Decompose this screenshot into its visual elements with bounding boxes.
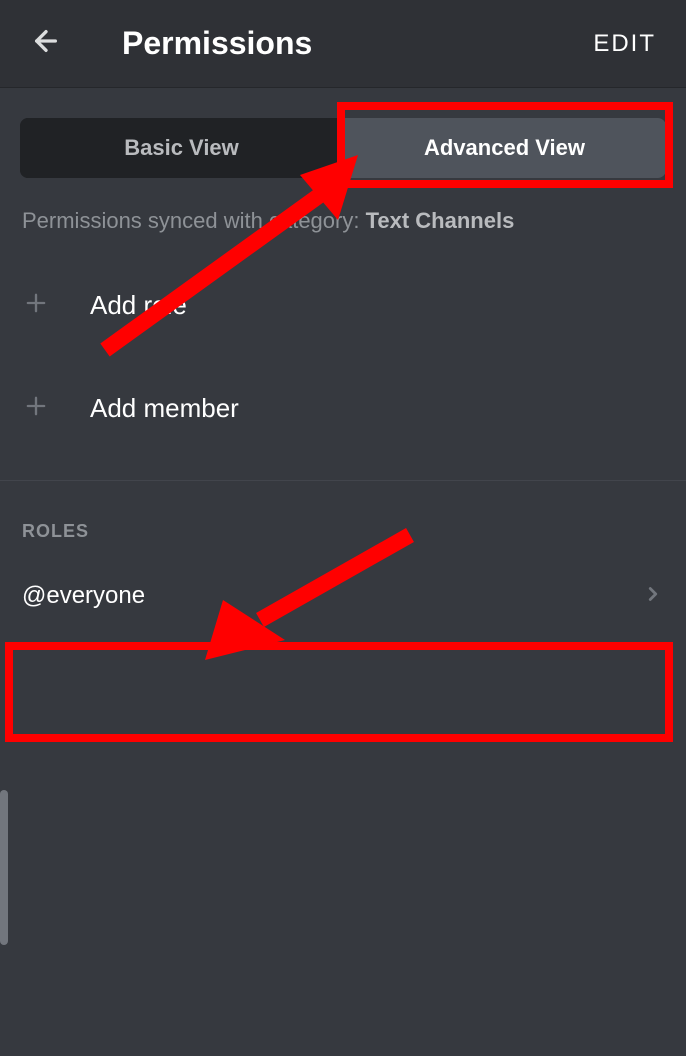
- header-bar: Permissions EDIT: [0, 0, 686, 88]
- scroll-indicator[interactable]: [0, 790, 8, 945]
- edit-button[interactable]: EDIT: [583, 20, 666, 68]
- page-title: Permissions: [122, 25, 312, 62]
- sync-category-name: Text Channels: [366, 208, 515, 233]
- roles-section-header: ROLES: [0, 481, 686, 552]
- plus-icon: [22, 392, 50, 425]
- plus-icon: [22, 289, 50, 322]
- chevron-right-icon: [642, 583, 664, 610]
- tab-advanced-view[interactable]: Advanced View: [343, 118, 666, 178]
- view-tabs: Basic View Advanced View: [20, 118, 666, 178]
- annotation-box-everyone: [5, 642, 673, 742]
- add-member-button[interactable]: Add member: [0, 357, 686, 460]
- back-arrow-icon[interactable]: [20, 15, 72, 72]
- add-role-button[interactable]: Add role: [0, 254, 686, 357]
- content-area: Basic View Advanced View Permissions syn…: [0, 88, 686, 640]
- tab-basic-view[interactable]: Basic View: [20, 118, 343, 178]
- add-member-label: Add member: [90, 393, 239, 424]
- sync-label: Permissions synced with category:: [22, 208, 366, 233]
- add-role-label: Add role: [90, 290, 187, 321]
- role-name: @everyone: [22, 582, 145, 610]
- role-row-everyone[interactable]: @everyone: [0, 552, 686, 640]
- sync-status-text: Permissions synced with category: Text C…: [0, 178, 686, 254]
